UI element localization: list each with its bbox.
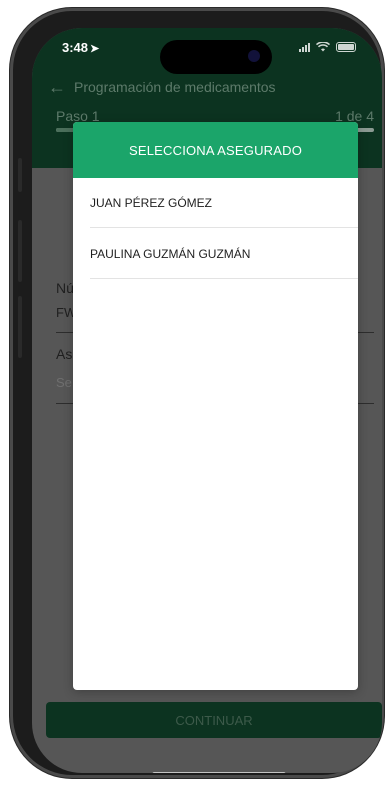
status-time: 3:48 ➤ [62,40,99,55]
silent-switch [18,158,22,192]
page-title: Programación de medicamentos [74,79,276,95]
camera-icon [248,50,260,62]
back-arrow-icon[interactable]: ← [48,78,66,96]
battery-icon [336,42,356,52]
modal-title: SELECCIONA ASEGURADO [73,122,358,178]
policy-number-label: Nú [56,280,74,296]
insured-option-1[interactable]: JUAN PÉREZ GÓMEZ [90,178,358,228]
select-insured-modal: SELECCIONA ASEGURADO JUAN PÉREZ GÓMEZ PA… [73,122,358,690]
wifi-icon [316,42,330,52]
insured-label: As [56,346,73,362]
home-indicator [152,772,286,773]
location-arrow-icon: ➤ [90,43,100,55]
status-indicators [299,42,356,52]
nav-bar: ← Programación de medicamentos [48,78,276,96]
continue-button[interactable]: CONTINUAR [46,702,382,738]
screen: 3:48 ➤ ← Programación de medicamentos Pa… [32,28,382,773]
time-text: 3:48 [62,40,89,55]
phone-frame: 3:48 ➤ ← Programación de medicamentos Pa… [10,8,384,778]
insured-option-2[interactable]: PAULINA GUZMÁN GUZMÁN [90,229,358,279]
volume-down-button [18,296,22,358]
volume-up-button [18,220,22,282]
insured-select[interactable]: Se [56,375,72,390]
cellular-signal-icon [299,42,310,52]
dynamic-island [160,40,272,74]
